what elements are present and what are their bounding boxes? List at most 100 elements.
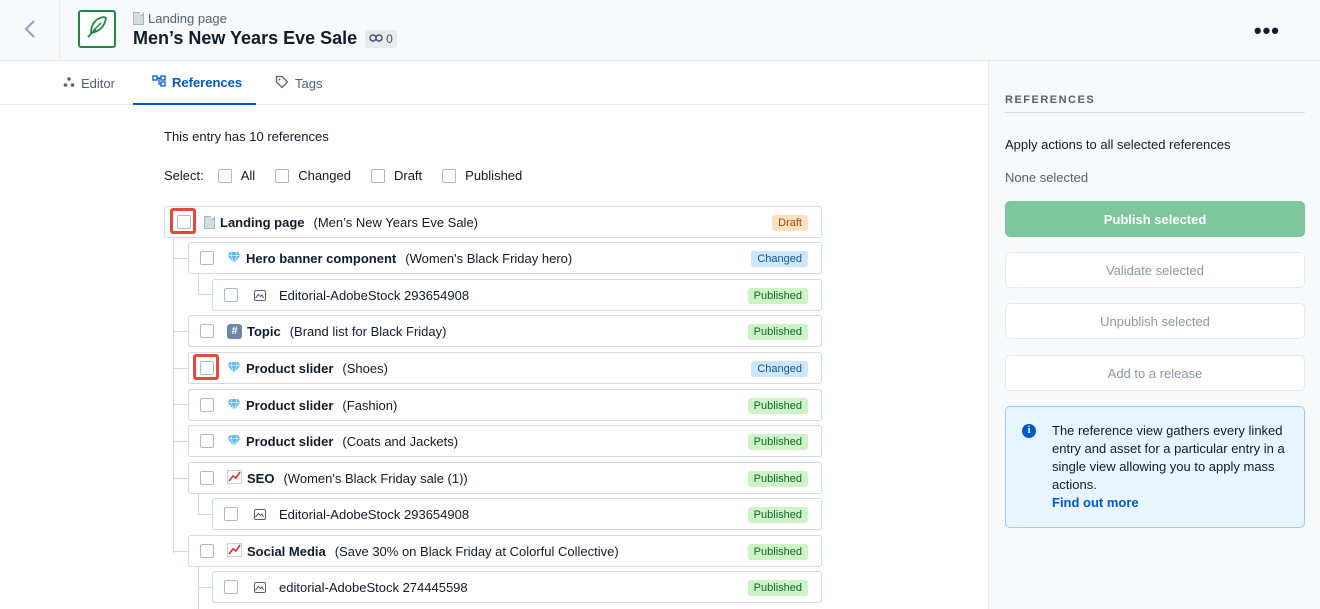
select-published-option[interactable]: Published <box>442 168 522 183</box>
reference-name: (Save 30% on Black Friday at Colorful Co… <box>334 543 619 559</box>
reference-checkbox[interactable] <box>200 398 214 412</box>
references-sidebar: REFERENCES Apply actions to all selected… <box>988 61 1320 609</box>
reference-row-asset[interactable]: Editorial-AdobeStock 293654908 Published <box>212 279 822 311</box>
reference-summary: This entry has 10 references <box>164 129 329 144</box>
reference-row-product-slider-fashion[interactable]: Product slider (Fashion) Published <box>188 389 822 421</box>
info-note: i The reference view gathers every linke… <box>1005 406 1305 528</box>
reference-row-social-media[interactable]: Social Media (Save 30% on Black Friday at… <box>188 535 822 567</box>
info-icon: i <box>1022 424 1036 438</box>
select-all-label: All <box>240 168 256 183</box>
entry-header: Landing page Men’s New Years Eve Sale 0 … <box>0 0 1320 61</box>
reference-checkbox[interactable] <box>224 580 238 594</box>
tree-connector <box>198 494 199 515</box>
checkbox-highlight <box>193 354 219 380</box>
chart-icon <box>227 469 242 487</box>
status-badge: Published <box>747 471 808 487</box>
tree-connector <box>173 331 188 332</box>
tab-references[interactable]: References <box>133 61 256 105</box>
select-draft-checkbox[interactable] <box>370 168 385 183</box>
select-published-checkbox[interactable] <box>442 168 457 183</box>
reference-checkbox[interactable] <box>224 288 238 302</box>
gem-icon <box>227 251 241 265</box>
reference-row-product-slider-shoes[interactable]: Product slider (Shoes) Changed <box>188 352 822 384</box>
tab-tags-label: Tags <box>295 75 323 91</box>
tree-connector <box>173 404 188 405</box>
tab-editor-label: Editor <box>81 75 115 91</box>
tab-editor[interactable]: Editor <box>63 61 115 105</box>
more-icon[interactable]: ••• <box>1254 18 1280 44</box>
select-changed-option[interactable]: Changed <box>275 168 351 183</box>
status-badge: Changed <box>751 251 808 267</box>
tree-connector <box>198 274 199 295</box>
reference-name: (Women's Black Friday sale (1)) <box>283 470 468 486</box>
chevron-left-icon <box>24 15 36 46</box>
reference-row-topic[interactable]: # Topic (Brand list for Black Friday) Pub… <box>188 315 822 347</box>
reference-count-badge[interactable]: 0 <box>365 29 397 48</box>
status-badge: Draft <box>772 215 808 231</box>
document-icon <box>204 215 215 229</box>
status-badge: Published <box>747 288 808 304</box>
select-published-label: Published <box>465 168 523 183</box>
reference-checkbox[interactable] <box>200 544 214 558</box>
reference-checkbox[interactable] <box>200 471 214 485</box>
validate-selected-button[interactable]: Validate selected <box>1005 252 1305 288</box>
select-all-option[interactable]: All <box>217 168 256 183</box>
select-changed-label: Changed <box>298 168 351 183</box>
reference-name: Editorial-AdobeStock 293654908 <box>279 287 470 303</box>
selection-status: None selected <box>1005 170 1089 185</box>
select-draft-option[interactable]: Draft <box>370 168 422 183</box>
tree-connector <box>198 294 212 295</box>
tree-connector <box>198 514 212 515</box>
feather-icon <box>84 14 110 45</box>
tree-connector <box>173 478 188 479</box>
editor-icon <box>63 76 75 91</box>
reference-checkbox[interactable] <box>200 251 214 265</box>
tag-icon <box>275 75 289 92</box>
status-badge: Published <box>747 580 808 596</box>
reference-checkbox[interactable] <box>200 434 214 448</box>
reference-row-asset[interactable]: editorial-AdobeStock 274445598 Published <box>212 571 822 603</box>
status-badge: Published <box>747 544 808 560</box>
chart-icon <box>227 542 242 560</box>
references-icon <box>152 74 166 90</box>
reference-type: Hero banner component <box>246 250 397 266</box>
reference-name: (Women's Black Friday hero) <box>405 250 573 266</box>
tree-connector <box>173 441 188 442</box>
tab-references-label: References <box>172 74 243 90</box>
reference-type: SEO <box>247 470 275 486</box>
reference-type: Product slider <box>246 433 334 449</box>
reference-checkbox[interactable] <box>224 507 238 521</box>
reference-row-asset[interactable]: Editorial-AdobeStock 293654908 Published <box>212 498 822 530</box>
sidebar-heading: REFERENCES <box>1005 94 1305 113</box>
status-badge: Published <box>747 324 808 340</box>
unpublish-selected-button[interactable]: Unpublish selected <box>1005 303 1305 339</box>
reference-row-hero-banner[interactable]: Hero banner component (Women's Black Frid… <box>188 242 822 274</box>
reference-checkbox[interactable] <box>200 324 214 338</box>
hash-icon: # <box>227 323 242 339</box>
gem-icon <box>227 398 241 412</box>
gem-icon <box>227 361 241 375</box>
reference-row-product-slider-coats[interactable]: Product slider (Coats and Jackets) Publis… <box>188 425 822 457</box>
select-filter: Select: All Changed Draft Published <box>164 168 528 183</box>
reference-row-landing-page[interactable]: Landing page (Men’s New Years Eve Sale) D… <box>164 206 822 238</box>
select-changed-checkbox[interactable] <box>275 168 290 183</box>
reference-type: Product slider <box>246 397 334 413</box>
tab-tags[interactable]: Tags <box>275 61 322 105</box>
back-button[interactable] <box>0 0 60 60</box>
reference-type: Landing page <box>220 214 305 230</box>
apply-actions-text: Apply actions to all selected references <box>1005 137 1231 152</box>
publish-selected-button[interactable]: Publish selected <box>1005 201 1305 237</box>
link-icon <box>369 32 383 46</box>
select-all-checkbox[interactable] <box>217 168 232 183</box>
status-badge: Published <box>747 434 808 450</box>
tree-connector <box>173 368 188 369</box>
find-out-more-link[interactable]: Find out more <box>1052 494 1292 512</box>
select-label: Select: <box>164 168 204 183</box>
image-icon <box>254 289 266 301</box>
reference-row-seo[interactable]: SEO (Women's Black Friday sale (1)) Publi… <box>188 462 822 494</box>
add-to-release-button[interactable]: Add to a release <box>1005 355 1305 391</box>
tree-connector <box>198 567 199 609</box>
reference-count-value: 0 <box>386 31 393 46</box>
tree-connector <box>173 258 188 259</box>
tree-connector <box>173 551 188 552</box>
